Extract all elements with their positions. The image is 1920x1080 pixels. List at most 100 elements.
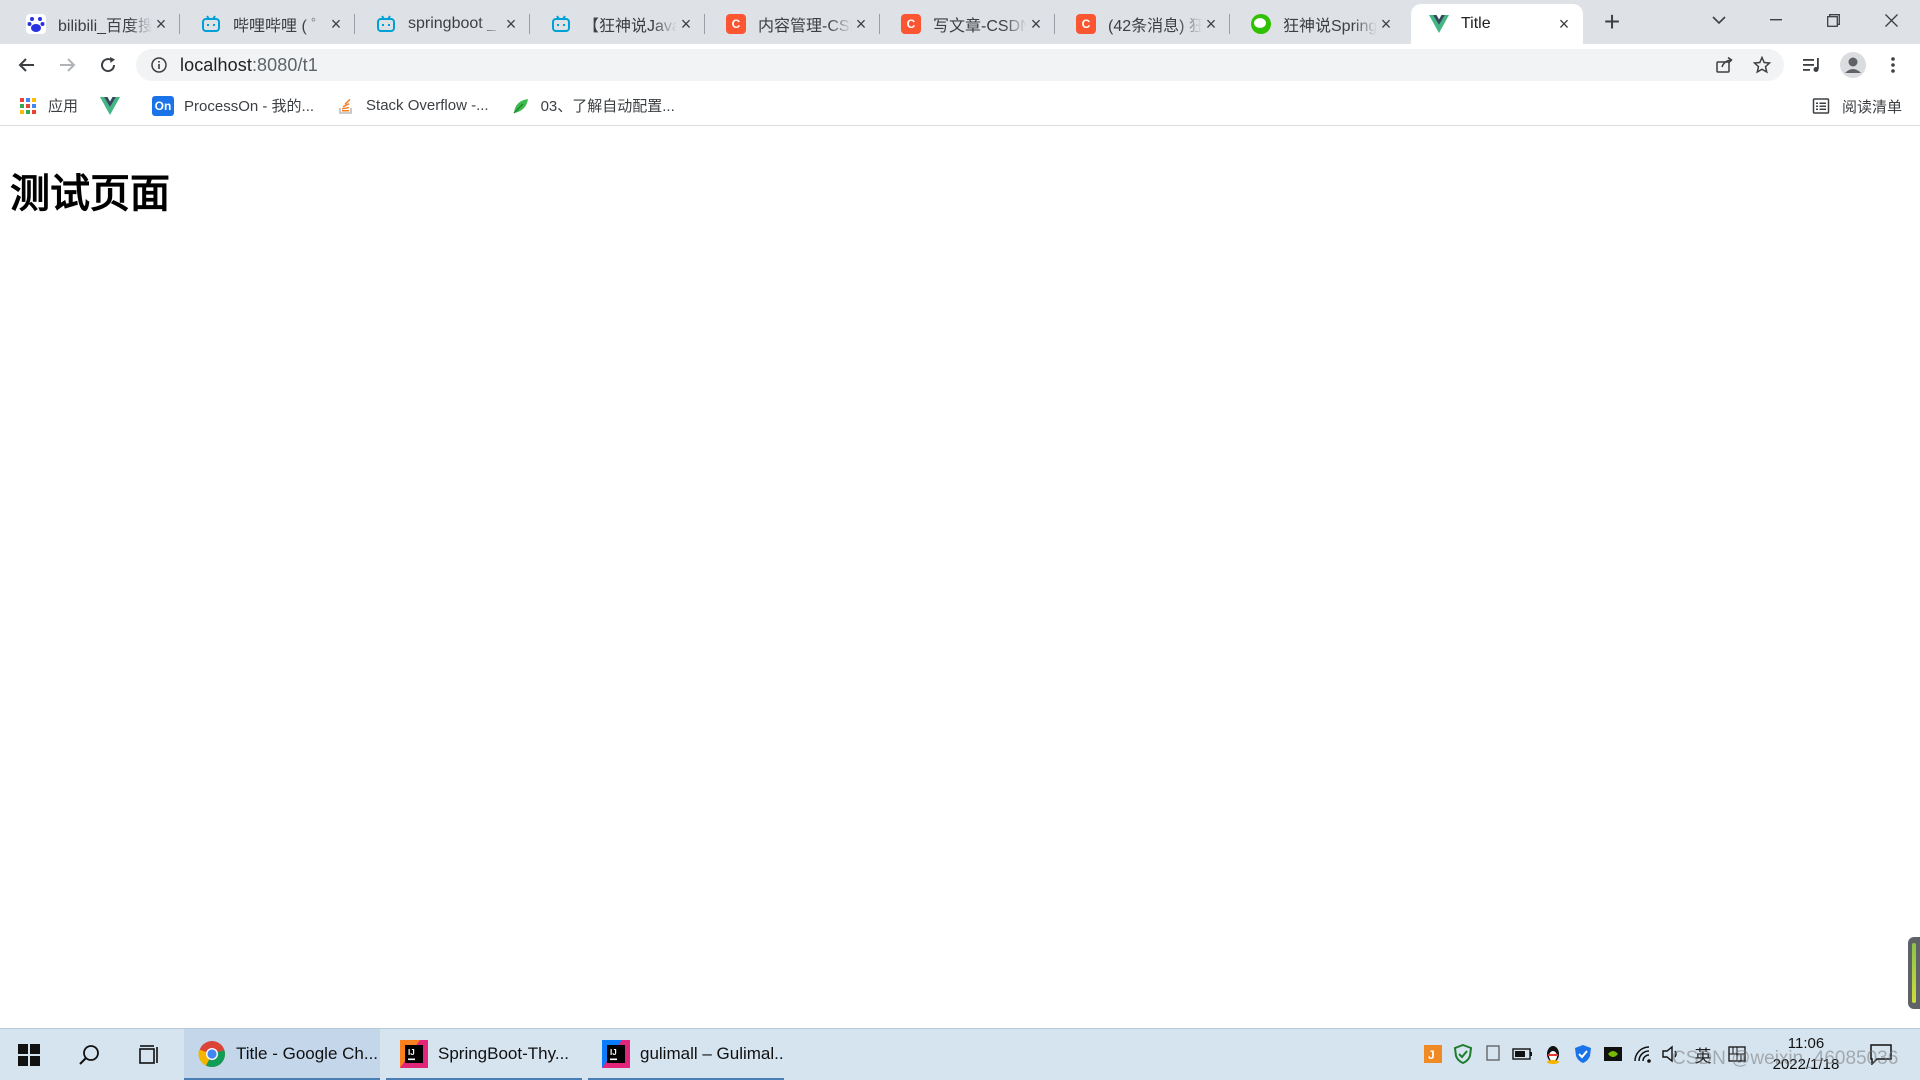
forward-button[interactable] <box>52 50 82 80</box>
share-icon <box>1716 56 1733 73</box>
svg-text:IJ: IJ <box>610 1048 617 1057</box>
reading-list-label: 阅读清单 <box>1841 98 1902 116</box>
shield-icon[interactable] <box>1452 1043 1474 1065</box>
tab-title: springboot _ <box>408 15 497 32</box>
vue-icon <box>100 96 121 116</box>
url-text[interactable]: localhost:8080/t1 <box>180 55 318 76</box>
kebab-menu-icon <box>1891 57 1895 73</box>
browser-tab[interactable]: C 写文章-CSDN × <box>883 4 1055 44</box>
url-path: :8080/t1 <box>251 54 318 75</box>
taskbar-app-label: gulimall – Gulimal... <box>640 1043 784 1063</box>
chrome-icon <box>198 1040 225 1067</box>
browser-tab[interactable]: 【狂神说Java】 × <box>533 4 705 44</box>
browser-toolbar: localhost:8080/t1 <box>0 44 1920 86</box>
bilibili-tv-icon <box>376 14 396 34</box>
java-tray-icon[interactable]: J <box>1422 1043 1444 1065</box>
media-control-button[interactable] <box>1797 50 1827 80</box>
tab-title: Title <box>1461 15 1491 32</box>
reload-icon <box>101 57 116 73</box>
browser-tab[interactable]: springboot _ × <box>358 4 530 44</box>
bookmark-apps[interactable]: 应用 <box>18 95 78 116</box>
wechat-icon <box>1251 14 1271 34</box>
profile-button[interactable] <box>1838 50 1868 80</box>
back-button[interactable] <box>12 50 42 80</box>
bookmark-vue[interactable] <box>100 96 130 116</box>
wifi-icon[interactable] <box>1632 1043 1654 1065</box>
arrow-left-icon <box>18 58 34 72</box>
browser-tab-active[interactable]: Title × <box>1411 4 1583 44</box>
tab-strip: bilibili_百度搜 × 哔哩哔哩 ( ゜- × springboot _ … <box>0 0 1920 44</box>
csdn-c-icon: C <box>901 14 921 34</box>
tab-title: (42条消息) 狂 <box>1108 18 1202 35</box>
vue-icon <box>1429 14 1449 34</box>
close-tab-icon[interactable]: × <box>327 15 345 33</box>
security-shield-icon[interactable] <box>1572 1043 1594 1065</box>
battery-icon[interactable] <box>1512 1043 1534 1065</box>
close-tab-icon[interactable]: × <box>1202 15 1220 33</box>
info-icon[interactable] <box>150 56 168 74</box>
bookmark-label: ProcessOn - 我的... <box>184 98 315 115</box>
bookmark-autoconfig[interactable]: 03、了解自动配置... <box>511 95 675 116</box>
minimize-icon <box>1770 19 1782 21</box>
taskbar-app-label: Title - Google Ch... <box>236 1043 379 1063</box>
bookmark-label: Stack Overflow -... <box>366 97 489 114</box>
tab-search-button[interactable] <box>1696 6 1742 34</box>
close-tab-icon[interactable]: × <box>502 15 520 33</box>
bookmark-star-button[interactable] <box>1750 53 1774 77</box>
windows-taskbar: Title - Google Ch... IJ SpringBoot-Thy..… <box>0 1028 1920 1080</box>
close-tab-icon[interactable]: × <box>852 15 870 33</box>
browser-tab[interactable]: C (42条消息) 狂 × <box>1058 4 1230 44</box>
bookmark-stackoverflow[interactable]: Stack Overflow -... <box>336 96 489 116</box>
close-tab-icon[interactable]: × <box>1555 15 1573 33</box>
side-panel-handle[interactable] <box>1908 937 1920 1009</box>
baidu-paw-icon <box>26 14 46 34</box>
browser-tab[interactable]: bilibili_百度搜 × <box>8 4 180 44</box>
close-tab-icon[interactable]: × <box>677 15 695 33</box>
window-icon[interactable] <box>1482 1043 1504 1065</box>
reading-list-button[interactable]: 阅读清单 <box>1812 86 1902 126</box>
search-button[interactable] <box>60 1029 118 1080</box>
address-bar[interactable]: localhost:8080/t1 <box>136 49 1784 81</box>
minimize-button[interactable] <box>1753 6 1799 34</box>
menu-button[interactable] <box>1878 50 1908 80</box>
close-tab-icon[interactable]: × <box>1027 15 1045 33</box>
star-icon <box>1753 56 1771 74</box>
browser-tab[interactable]: 狂神说Spring × <box>1233 4 1405 44</box>
apps-grid-icon <box>18 96 38 116</box>
close-window-button[interactable] <box>1868 6 1914 34</box>
start-button[interactable] <box>0 1029 58 1080</box>
close-tab-icon[interactable]: × <box>1377 15 1395 33</box>
page-heading: 测试页面 <box>10 171 170 217</box>
share-button[interactable] <box>1712 53 1736 77</box>
svg-text:J: J <box>1428 1048 1435 1062</box>
taskbar-app-intellij[interactable]: IJ gulimall – Gulimal... <box>588 1029 784 1080</box>
tab-title: 写文章-CSDN <box>933 18 1027 35</box>
web-page-content: 测试页面 <box>0 127 1920 1027</box>
taskbar-app-chrome[interactable]: Title - Google Ch... <box>184 1029 380 1080</box>
tab-title: 哔哩哔哩 ( ゜- <box>233 18 327 35</box>
browser-tab[interactable]: 哔哩哔哩 ( ゜- × <box>183 4 355 44</box>
svg-text:IJ: IJ <box>408 1048 415 1057</box>
chevron-down-icon <box>1712 16 1726 25</box>
arrow-right-icon <box>60 58 76 72</box>
bookmark-label: 03、了解自动配置... <box>540 98 675 115</box>
bookmark-processon[interactable]: On ProcessOn - 我的... <box>152 95 314 116</box>
nvidia-icon[interactable] <box>1602 1043 1624 1065</box>
tab-title: 内容管理-CSD <box>758 18 852 35</box>
stackoverflow-icon <box>336 96 356 116</box>
taskbar-app-intellij[interactable]: IJ SpringBoot-Thy... <box>386 1029 582 1080</box>
intellij-icon: IJ <box>602 1039 630 1068</box>
search-icon <box>79 1045 99 1065</box>
csdn-c-icon: C <box>1076 14 1096 34</box>
close-icon <box>1884 13 1898 27</box>
restore-button[interactable] <box>1810 6 1856 34</box>
restore-icon <box>1826 13 1840 27</box>
browser-tab[interactable]: C 内容管理-CSD × <box>708 4 880 44</box>
task-view-button[interactable] <box>120 1029 178 1080</box>
bookmark-label: 应用 <box>48 98 79 115</box>
reload-button[interactable] <box>93 50 123 80</box>
close-tab-icon[interactable]: × <box>152 15 170 33</box>
new-tab-button[interactable]: + <box>1598 8 1626 37</box>
tab-title: 【狂神说Java】 <box>583 18 677 35</box>
qq-penguin-icon[interactable] <box>1542 1043 1564 1065</box>
